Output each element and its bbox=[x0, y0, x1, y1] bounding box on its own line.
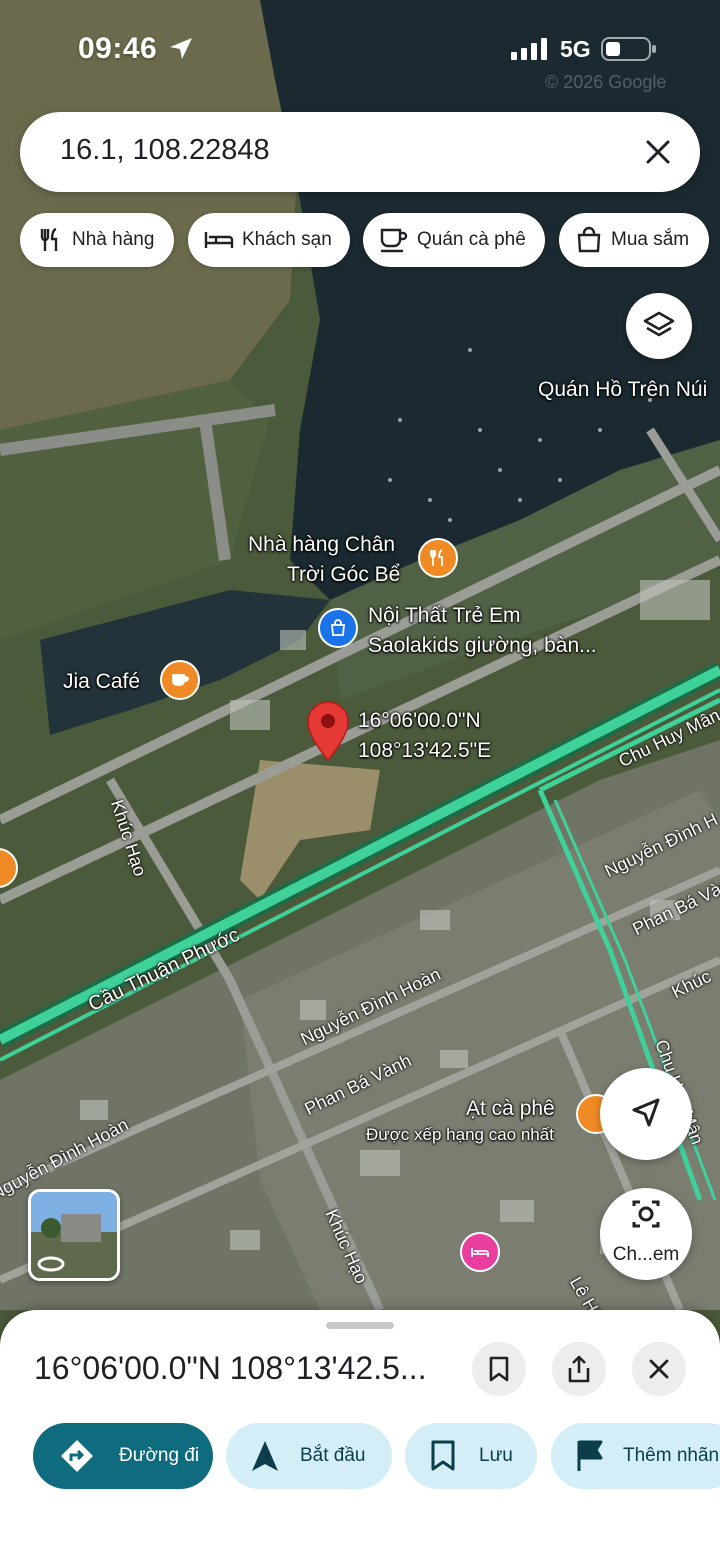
drag-handle[interactable] bbox=[326, 1322, 394, 1329]
flag-icon bbox=[577, 1440, 603, 1471]
restaurant-poi-icon[interactable] bbox=[418, 538, 458, 578]
bed-icon bbox=[204, 232, 234, 248]
start-button[interactable]: Bắt đầu bbox=[226, 1423, 392, 1489]
chip-shopping[interactable]: Mua sắm bbox=[559, 213, 709, 267]
fork-knife-icon bbox=[40, 227, 58, 251]
place-label-at-ca-phe-subtitle: Được xếp hạng cao nhất bbox=[366, 1125, 554, 1144]
lens-button[interactable]: Ch...em bbox=[600, 1188, 692, 1280]
close-icon bbox=[649, 1359, 669, 1379]
share-button[interactable] bbox=[552, 1342, 606, 1396]
camera-lens-icon bbox=[632, 1200, 660, 1228]
navigation-arrow-icon bbox=[252, 1441, 278, 1471]
shopping-bag-icon bbox=[577, 226, 601, 253]
place-title: 16°06'00.0"N 108°13'42.5... bbox=[34, 1350, 427, 1386]
place-label-nha-hang-line2[interactable]: Trời Góc Bể bbox=[287, 560, 400, 590]
cafe-poi-icon[interactable] bbox=[160, 660, 200, 700]
place-label-noi-that-line1[interactable]: Nội Thất Trẻ Em bbox=[368, 601, 521, 631]
add-label-label: Thêm nhãn bbox=[623, 1445, 720, 1466]
layers-icon bbox=[643, 311, 675, 337]
shop-poi-icon[interactable] bbox=[318, 608, 358, 648]
bookmark-icon bbox=[431, 1440, 455, 1471]
place-label-nha-hang-line1[interactable]: Nhà hàng Chân bbox=[248, 530, 395, 560]
chip-label: Mua sắm bbox=[611, 229, 690, 250]
search-input[interactable]: 16.1, 108.22848 bbox=[60, 134, 270, 167]
chip-hotels[interactable]: Khách sạn bbox=[188, 213, 350, 267]
chip-coffee[interactable]: Quán cà phê bbox=[363, 213, 545, 267]
navigation-arrow-icon bbox=[632, 1098, 660, 1127]
layers-button[interactable] bbox=[626, 293, 692, 359]
coffee-cup-icon bbox=[380, 228, 408, 253]
save-icon-button[interactable] bbox=[472, 1342, 526, 1396]
pin-label-lng: 108°13'42.5"E bbox=[358, 739, 492, 762]
start-label: Bắt đầu bbox=[300, 1445, 366, 1466]
map-copyright: © 2026 Google bbox=[545, 72, 667, 92]
close-sheet-button[interactable] bbox=[632, 1342, 686, 1396]
search-bar[interactable]: 16.1, 108.22848 bbox=[20, 112, 700, 192]
place-label-at-ca-phe[interactable]: Ạt cà phê bbox=[466, 1094, 555, 1124]
location-services-icon bbox=[170, 38, 192, 59]
lens-label: Ch...em bbox=[612, 1244, 680, 1265]
network-type: 5G bbox=[560, 36, 591, 62]
street-view-image bbox=[31, 1192, 117, 1278]
battery-icon bbox=[601, 37, 656, 61]
category-chips: Nhà hàng Khách sạn Quán cà phê Mua sắm bbox=[20, 213, 720, 267]
clock: 09:46 bbox=[78, 32, 158, 65]
street-view-thumbnail[interactable] bbox=[28, 1189, 120, 1281]
cellular-signal-icon bbox=[511, 38, 547, 60]
location-pin-icon[interactable] bbox=[306, 700, 350, 767]
directions-icon bbox=[61, 1440, 93, 1472]
chip-label: Khách sạn bbox=[242, 229, 332, 250]
place-label-quan-ho[interactable]: Quán Hồ Trên Núi bbox=[538, 375, 707, 405]
share-icon bbox=[568, 1355, 590, 1383]
save-label: Lưu bbox=[479, 1445, 513, 1466]
my-location-button[interactable] bbox=[600, 1068, 692, 1160]
place-label-jia-cafe[interactable]: Jia Café bbox=[63, 667, 140, 697]
place-bottom-sheet[interactable]: 16°06'00.0"N 108°13'42.5... Đường đi Bắt… bbox=[0, 1310, 720, 1560]
add-label-button[interactable]: Thêm nhãn bbox=[551, 1423, 720, 1489]
chip-restaurants[interactable]: Nhà hàng bbox=[20, 213, 174, 267]
directions-button[interactable]: Đường đi bbox=[33, 1423, 213, 1489]
bookmark-icon bbox=[489, 1356, 509, 1382]
hotel-poi-icon[interactable] bbox=[460, 1232, 500, 1272]
place-label-noi-that-line2[interactable]: Saolakids giường, bàn... bbox=[368, 631, 597, 661]
chip-label: Quán cà phê bbox=[417, 229, 526, 250]
save-button[interactable]: Lưu bbox=[405, 1423, 537, 1489]
close-icon[interactable] bbox=[642, 136, 674, 168]
directions-label: Đường đi bbox=[119, 1445, 200, 1466]
pin-label-lat: 16°06'00.0"N bbox=[358, 709, 481, 732]
chip-label: Nhà hàng bbox=[72, 229, 155, 250]
